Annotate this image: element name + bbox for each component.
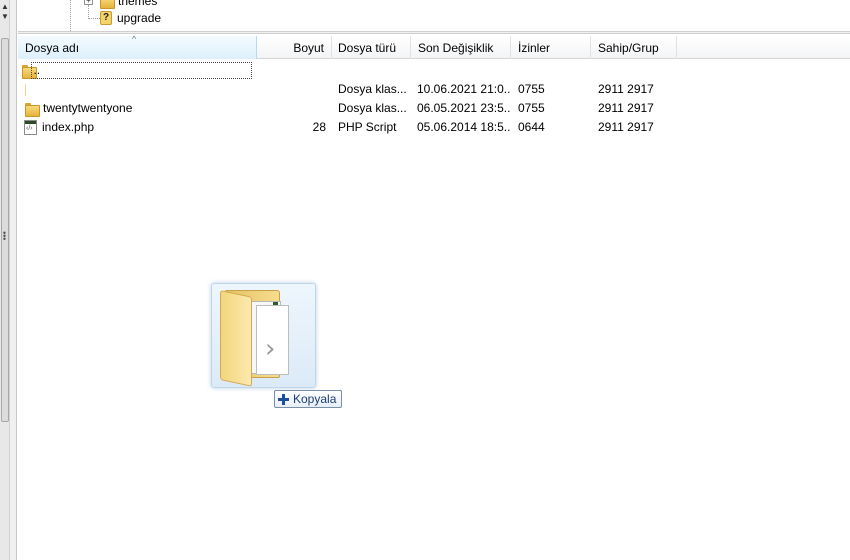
file-size (257, 80, 326, 99)
file-name-cell: twentytwentyone (25, 99, 250, 118)
question-icon: ? (100, 11, 112, 25)
file-permissions: 0644 (518, 120, 545, 134)
drag-ghost-folder-icon: › (211, 283, 316, 388)
file-name: .. (31, 62, 252, 79)
drag-copy-label: Kopyala (293, 392, 337, 406)
column-header-label: Dosya adı (25, 41, 80, 55)
blank-icon (25, 83, 26, 96)
file-name-cell: .. (22, 61, 252, 80)
file-owner: 2911 2917 (598, 82, 654, 96)
splitter-grip-icon[interactable]: • • • (0, 229, 9, 244)
tree-item-label: upgrade (117, 11, 162, 25)
column-header-label: İzinler (518, 41, 551, 55)
file-list-header: ^ Dosya adı Boyut Dosya türü Son Değişik… (18, 34, 850, 59)
column-header-name[interactable]: ^ Dosya adı (18, 34, 257, 59)
tree-item-label: themes (118, 0, 158, 8)
tree-guide-line (70, 0, 71, 31)
file-modified: 05.06.2014 18:5... (417, 120, 511, 134)
column-header-owner[interactable]: Sahip/Grup (591, 36, 677, 59)
tree-item-themes[interactable]: themes (100, 0, 157, 9)
chevron-right-icon: › (265, 334, 276, 364)
folder-icon (22, 64, 39, 79)
scroll-track[interactable]: ▲ • • • ▼ (0, 0, 10, 560)
drag-copy-tooltip: Kopyala (274, 390, 343, 408)
pane-splitter[interactable] (18, 31, 850, 34)
table-row-parent-dir[interactable]: .. (22, 61, 677, 80)
plus-icon (278, 393, 289, 405)
table-row[interactable]: ‹/› index.php 28 PHP Script 05.06.2014 1… (18, 118, 850, 137)
file-name: twentytwentyone (43, 101, 133, 115)
file-type: Dosya klas... (338, 101, 407, 115)
left-pane-scrollbar[interactable]: ▲ • • • ▼ (0, 0, 17, 560)
column-header-label: Sahip/Grup (598, 41, 659, 55)
file-size: 28 (312, 120, 326, 134)
table-row[interactable]: twentytwentyone Dosya klas... 06.05.2021… (18, 99, 850, 118)
column-header-label: Son Değişiklik (418, 41, 494, 55)
folder-icon (25, 102, 40, 117)
file-size (257, 99, 326, 118)
tree-item-upgrade[interactable]: ? upgrade (100, 10, 161, 26)
folder-icon (100, 0, 115, 9)
tree-guide-line (88, 18, 100, 19)
column-header-modified[interactable]: Son Değişiklik (411, 36, 511, 59)
file-modified: 06.05.2021 23:5... (417, 101, 511, 115)
file-name-cell (25, 80, 250, 99)
file-name: index.php (42, 120, 95, 134)
directory-tree: + themes ? upgrade (18, 0, 850, 31)
file-permissions: 0755 (518, 101, 545, 115)
column-header-type[interactable]: Dosya türü (331, 36, 411, 59)
column-header-permissions[interactable]: İzinler (511, 36, 591, 59)
folder-front-icon (220, 290, 252, 387)
file-type: Dosya klas... (338, 82, 407, 96)
column-header-label: Dosya türü (338, 41, 397, 55)
sort-ascending-icon: ^ (132, 34, 137, 44)
file-owner: 2911 2917 (598, 101, 654, 115)
file-name-cell: ‹/› index.php (24, 118, 250, 137)
file-owner: 2911 2917 (598, 120, 654, 134)
table-row[interactable]: Dosya klas... 10.06.2021 21:0... 0755 29… (18, 80, 850, 99)
remote-file-list[interactable]: ^ Dosya adı Boyut Dosya türü Son Değişik… (18, 34, 850, 560)
file-type: PHP Script (338, 120, 397, 134)
file-permissions: 0755 (518, 82, 545, 96)
column-header-label: Boyut (293, 41, 324, 55)
php-file-icon: ‹/› (24, 120, 37, 135)
file-modified: 10.06.2021 21:0... (417, 82, 511, 96)
tree-guide-line (88, 5, 89, 19)
column-header-size[interactable]: Boyut (257, 36, 332, 59)
tree-expander-icon[interactable]: + (84, 0, 93, 5)
scroll-down-arrow-icon[interactable]: ▼ (0, 10, 10, 24)
